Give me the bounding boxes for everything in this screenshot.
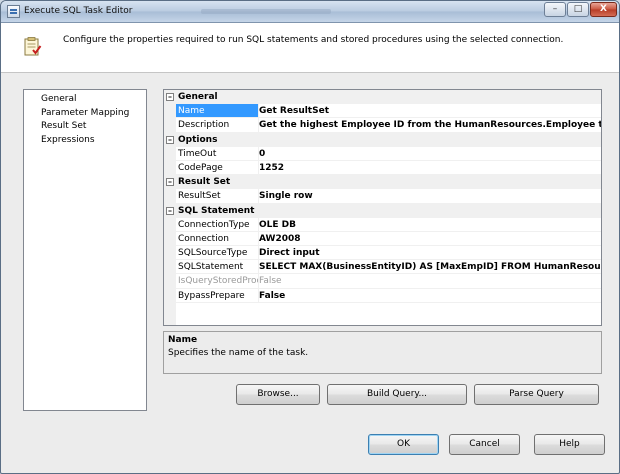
property-name: BypassPrepare bbox=[176, 288, 259, 303]
category-label: SQL Statement bbox=[178, 205, 255, 216]
sql-task-icon bbox=[24, 37, 42, 56]
browse-button[interactable]: Browse... bbox=[236, 384, 320, 405]
property-name: SQLSourceType bbox=[176, 246, 259, 261]
minimize-button[interactable]: – bbox=[544, 2, 566, 17]
property-name: TimeOut bbox=[176, 146, 259, 161]
property-value: False bbox=[259, 274, 601, 289]
property-row-name[interactable]: Name Get ResultSet bbox=[164, 104, 601, 119]
property-row-timeout[interactable]: TimeOut 0 bbox=[164, 146, 601, 161]
category-label: General bbox=[178, 92, 218, 102]
property-name: ResultSet bbox=[176, 189, 259, 204]
property-row-connectiontype[interactable]: ConnectionType OLE DB bbox=[164, 217, 601, 232]
help-title: Name bbox=[168, 335, 198, 345]
property-value[interactable]: 0 bbox=[259, 147, 601, 161]
collapse-icon[interactable]: – bbox=[166, 178, 174, 187]
property-row-resultset[interactable]: ResultSet Single row bbox=[164, 189, 601, 204]
collapse-icon[interactable]: – bbox=[166, 135, 174, 144]
help-button[interactable]: Help bbox=[534, 434, 605, 455]
property-name: Connection bbox=[176, 231, 259, 247]
build-query-button[interactable]: Build Query... bbox=[327, 384, 467, 405]
property-name: ConnectionType bbox=[176, 217, 259, 232]
category-general[interactable]: – General bbox=[164, 90, 601, 105]
nav-item-result-set[interactable]: Result Set bbox=[24, 120, 146, 134]
property-row-connection[interactable]: Connection AW2008 bbox=[164, 231, 601, 247]
property-row-description[interactable]: Description Get the highest Employee ID … bbox=[164, 118, 601, 133]
property-help-panel: Name Specifies the name of the task. bbox=[163, 331, 602, 374]
property-name: CodePage bbox=[176, 160, 259, 176]
property-value[interactable]: 1252 bbox=[259, 161, 601, 176]
page-navigation-list: General Parameter Mapping Result Set Exp… bbox=[23, 89, 147, 411]
property-value[interactable]: Direct input bbox=[259, 246, 601, 261]
property-name: Description bbox=[176, 118, 259, 133]
property-row-bypassprepare[interactable]: BypassPrepare False bbox=[164, 288, 601, 303]
maximize-button[interactable]: □ bbox=[567, 2, 589, 17]
nav-item-general[interactable]: General bbox=[24, 93, 146, 107]
title-bar-blur bbox=[201, 9, 331, 14]
category-label: Options bbox=[178, 134, 218, 145]
category-options[interactable]: – Options bbox=[164, 132, 601, 147]
execute-sql-task-editor-window: Execute SQL Task Editor – □ X Configure … bbox=[0, 0, 620, 474]
header-panel: Configure the properties required to run… bbox=[1, 23, 619, 73]
category-result-set[interactable]: – Result Set bbox=[164, 175, 601, 190]
help-text: Specifies the name of the task. bbox=[168, 348, 309, 358]
close-button[interactable]: X bbox=[590, 2, 617, 17]
window-icon bbox=[7, 5, 20, 18]
collapse-icon[interactable]: – bbox=[166, 206, 174, 215]
property-value[interactable]: Get the highest Employee ID from the Hum… bbox=[259, 118, 601, 133]
property-value[interactable]: False bbox=[259, 289, 601, 303]
property-value[interactable]: OLE DB bbox=[259, 218, 601, 232]
category-label: Result Set bbox=[178, 177, 231, 188]
parse-query-button[interactable]: Parse Query bbox=[474, 384, 599, 405]
property-name: IsQueryStoredProce bbox=[176, 274, 259, 289]
property-value[interactable]: SELECT MAX(BusinessEntityID) AS [MaxEmpI… bbox=[259, 260, 601, 275]
nav-item-expressions[interactable]: Expressions bbox=[24, 134, 146, 148]
property-row-codepage[interactable]: CodePage 1252 bbox=[164, 160, 601, 176]
property-row-isquerystoredprocedure: IsQueryStoredProce False bbox=[164, 274, 601, 289]
property-grid: – General Name Get ResultSet Description… bbox=[163, 89, 602, 326]
property-value[interactable]: AW2008 bbox=[259, 232, 601, 247]
nav-item-parameter-mapping[interactable]: Parameter Mapping bbox=[24, 107, 146, 121]
cancel-button[interactable]: Cancel bbox=[449, 434, 520, 455]
property-name: Name bbox=[176, 104, 259, 119]
property-value[interactable]: Single row bbox=[259, 189, 601, 204]
property-row-sqlstatement[interactable]: SQLStatement SELECT MAX(BusinessEntityID… bbox=[164, 260, 601, 275]
header-description: Configure the properties required to run… bbox=[63, 35, 564, 45]
ok-button[interactable]: OK bbox=[368, 434, 439, 455]
property-value[interactable]: Get ResultSet bbox=[259, 104, 601, 119]
property-row-sqlsourcetype[interactable]: SQLSourceType Direct input bbox=[164, 246, 601, 261]
window-title: Execute SQL Task Editor bbox=[24, 6, 133, 16]
property-name: SQLStatement bbox=[176, 260, 259, 275]
title-bar[interactable]: Execute SQL Task Editor – □ X bbox=[1, 1, 619, 23]
category-sql-statement[interactable]: – SQL Statement bbox=[164, 203, 601, 218]
collapse-icon[interactable]: – bbox=[166, 93, 174, 101]
